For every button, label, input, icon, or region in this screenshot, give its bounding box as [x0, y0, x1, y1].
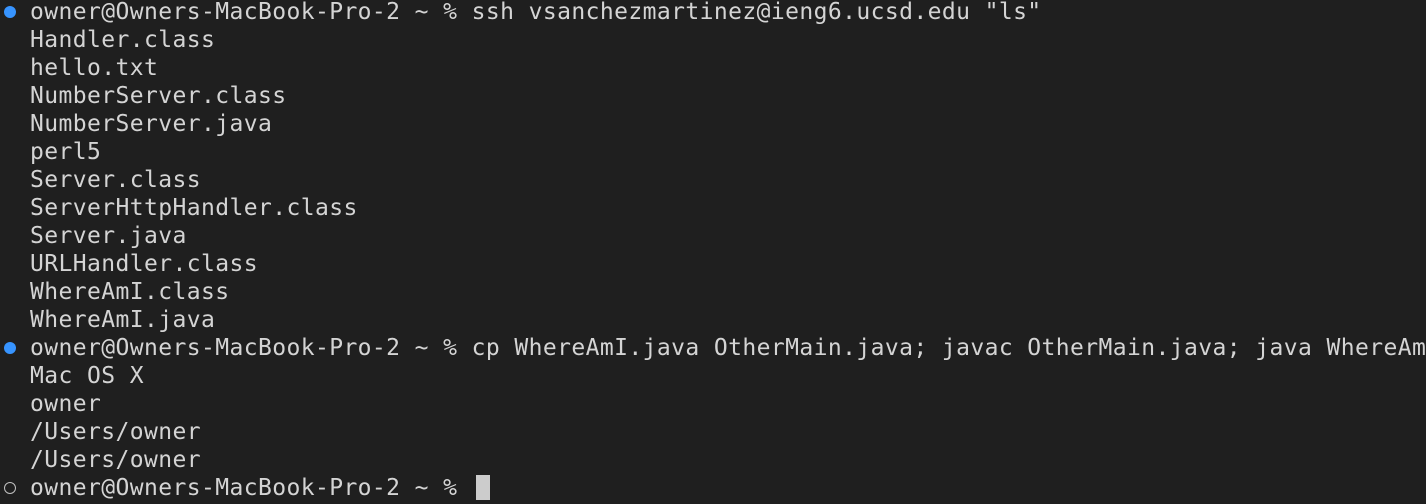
command-pending-decoration[interactable]	[4, 482, 16, 494]
prompt-line: owner@Owners-MacBook-Pro-2 ~ % ssh vsanc…	[30, 0, 1042, 26]
text-cursor	[475, 475, 490, 500]
output-line: Mac OS X	[30, 363, 144, 389]
terminal-window[interactable]: owner@Owners-MacBook-Pro-2 ~ % ssh vsanc…	[0, 0, 1426, 504]
command-text: cp WhereAmI.java OtherMain.java; javac O…	[471, 335, 1426, 361]
prompt: owner@Owners-MacBook-Pro-2 ~ %	[30, 335, 458, 361]
output-line: /Users/owner	[30, 419, 201, 445]
active-prompt-line[interactable]: owner@Owners-MacBook-Pro-2 ~ %	[30, 474, 490, 502]
output-line: NumberServer.java	[30, 111, 273, 137]
output-line: URLHandler.class	[30, 251, 258, 277]
command-success-decoration[interactable]	[4, 342, 16, 354]
output-line: ServerHttpHandler.class	[30, 195, 358, 221]
command-text: ssh vsanchezmartinez@ieng6.ucsd.edu "ls"	[471, 0, 1042, 25]
output-line: WhereAmI.class	[30, 279, 230, 305]
output-line: WhereAmI.java	[30, 307, 216, 333]
output-line: owner	[30, 391, 102, 417]
output-line: Server.class	[30, 167, 201, 193]
output-line: Server.java	[30, 223, 187, 249]
output-line: Handler.class	[30, 27, 216, 53]
prompt-line: owner@Owners-MacBook-Pro-2 ~ % cp WhereA…	[30, 334, 1426, 362]
prompt: owner@Owners-MacBook-Pro-2 ~ %	[30, 0, 458, 25]
output-line: hello.txt	[30, 55, 159, 81]
output-line: /Users/owner	[30, 447, 201, 473]
output-line: NumberServer.class	[30, 83, 287, 109]
command-success-decoration[interactable]	[4, 6, 16, 18]
output-line: perl5	[30, 139, 102, 165]
prompt: owner@Owners-MacBook-Pro-2 ~ %	[30, 475, 458, 501]
